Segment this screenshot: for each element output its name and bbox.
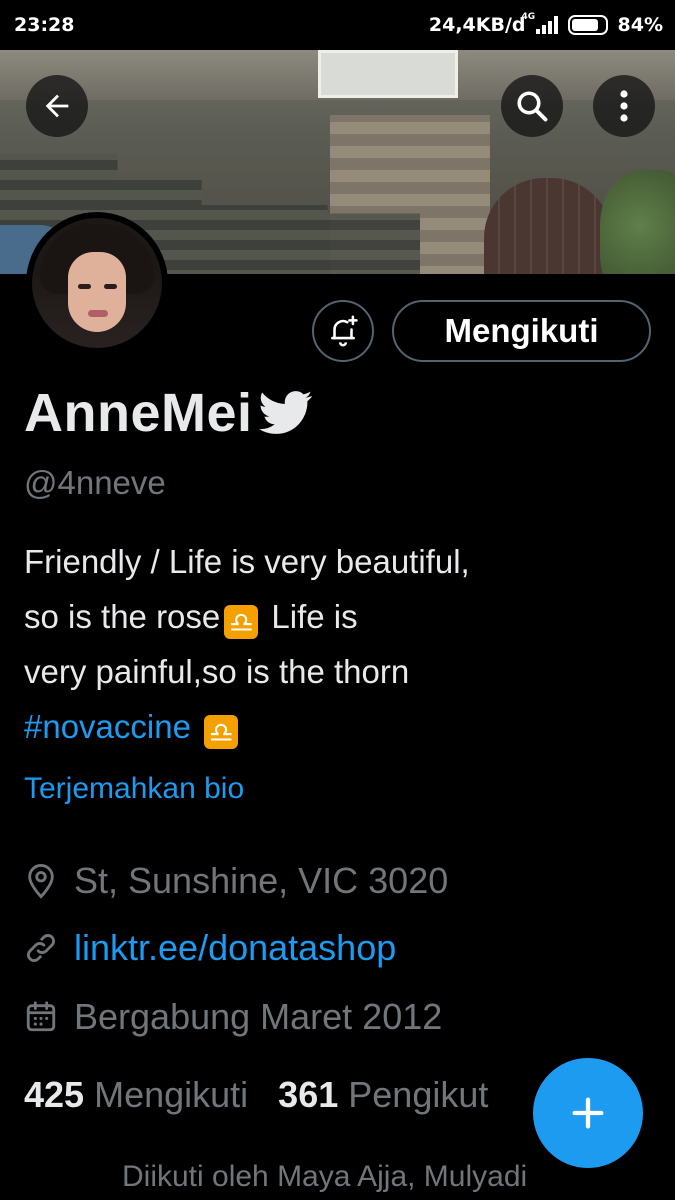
search-icon bbox=[517, 91, 548, 122]
battery-icon bbox=[567, 15, 608, 35]
bell-plus-icon bbox=[331, 315, 358, 347]
profile-bio: Friendly / Life is very beautiful, so is… bbox=[24, 534, 644, 754]
status-indicators: 24,4KB/d 4G 84% bbox=[428, 12, 663, 36]
search-button[interactable] bbox=[501, 75, 563, 137]
bio-line-2b: Life is bbox=[262, 598, 358, 635]
followers-label: Pengikut bbox=[348, 1074, 489, 1115]
avatar[interactable] bbox=[26, 212, 168, 354]
following-button[interactable]: Mengikuti bbox=[392, 300, 651, 362]
network-speed: 24,4KB/d bbox=[428, 14, 526, 36]
following-count: 425 bbox=[24, 1074, 85, 1115]
follow-stats: 425 Mengikuti 361 Pengikut bbox=[24, 1074, 488, 1116]
calendar-icon bbox=[26, 1001, 56, 1032]
compose-button[interactable] bbox=[533, 1058, 643, 1168]
arrow-left-icon bbox=[45, 94, 69, 118]
bio-line-3: very painful,so is the thorn bbox=[24, 653, 410, 690]
status-time: 23:28 bbox=[14, 14, 75, 36]
following-label: Mengikuti bbox=[94, 1074, 249, 1115]
bio-line-2a: so is the rose bbox=[24, 598, 221, 635]
followers-count: 361 bbox=[278, 1074, 339, 1115]
location-row: St, Sunshine, VIC 3020 bbox=[24, 860, 448, 902]
link-icon bbox=[27, 934, 55, 962]
translate-bio-link[interactable]: Terjemahkan bio bbox=[24, 772, 244, 806]
more-vertical-icon bbox=[620, 90, 628, 122]
joined-row: Bergabung Maret 2012 bbox=[24, 996, 442, 1038]
location-pin-icon bbox=[28, 864, 54, 899]
followers-stat[interactable]: 361 Pengikut bbox=[278, 1074, 488, 1115]
following-stat[interactable]: 425 Mengikuti bbox=[24, 1074, 248, 1115]
battery-percent: 84% bbox=[617, 14, 663, 36]
network-type: 4G bbox=[521, 12, 536, 22]
user-handle: @4nneve bbox=[24, 464, 166, 501]
twitter-bird-icon bbox=[258, 391, 312, 434]
plus-icon bbox=[572, 1097, 604, 1129]
libra-emoji: ♎ bbox=[224, 605, 259, 639]
battery-fill bbox=[571, 19, 599, 31]
website-row: linktr.ee/donatashop bbox=[24, 927, 396, 969]
website-link[interactable]: linktr.ee/donatashop bbox=[74, 927, 396, 969]
display-name: AnneMei bbox=[24, 383, 253, 443]
libra-emoji: ♎ bbox=[204, 715, 239, 749]
status-bar: 23:28 24,4KB/d 4G 84% bbox=[0, 0, 675, 50]
bio-hashtag[interactable]: #novaccine bbox=[24, 708, 191, 745]
signal-icon: 4G bbox=[522, 12, 558, 34]
joined-text: Bergabung Maret 2012 bbox=[74, 996, 443, 1037]
bio-line-1: Friendly / Life is very beautiful, bbox=[24, 543, 470, 580]
back-button[interactable] bbox=[26, 75, 88, 137]
more-button[interactable] bbox=[593, 75, 655, 137]
followed-by-text[interactable]: Diikuti oleh Maya Ajja, Mulyadi bbox=[122, 1160, 527, 1194]
location-text: St, Sunshine, VIC 3020 bbox=[74, 860, 449, 901]
display-name-row: AnneMei bbox=[24, 382, 313, 444]
notify-button[interactable] bbox=[312, 300, 374, 362]
